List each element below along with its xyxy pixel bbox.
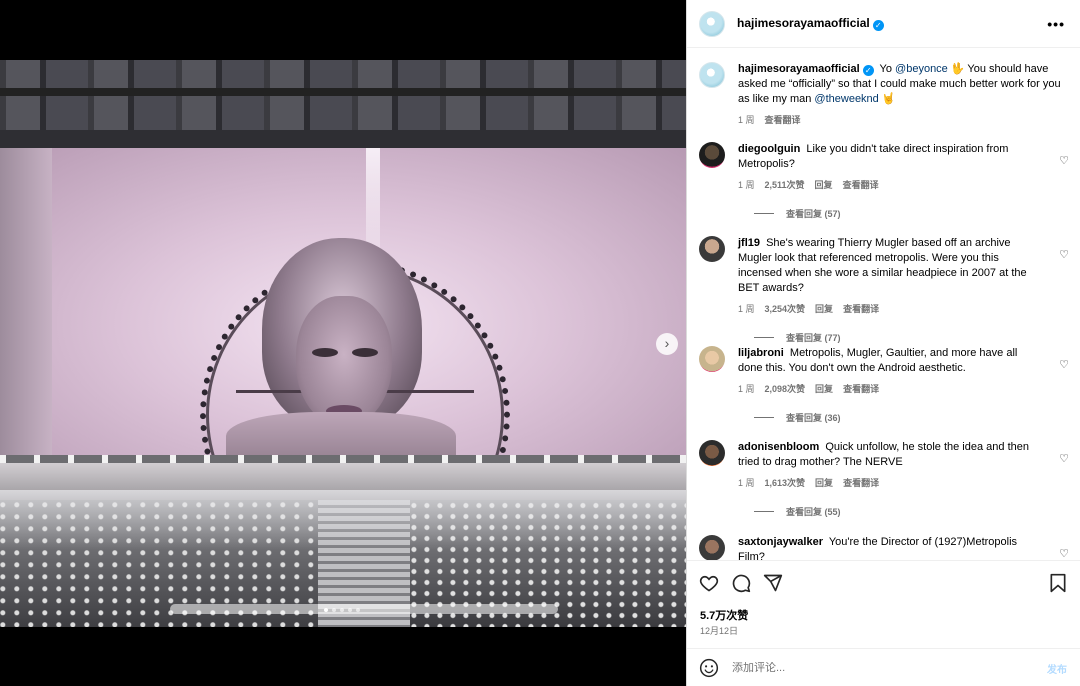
comment-text: She's wearing Thierry Mugler based off a… bbox=[738, 237, 1027, 294]
post-video[interactable] bbox=[0, 60, 686, 627]
caption-username[interactable]: hajimesorayamaofficial ✓ bbox=[738, 63, 874, 76]
emoji-icon[interactable] bbox=[699, 658, 719, 678]
comment-composer: 发布 bbox=[687, 648, 1080, 686]
timestamp: 1 周 bbox=[738, 384, 755, 394]
comment-item: liljabroni Metropolis, Mugler, Gaultier,… bbox=[699, 346, 1069, 424]
verified-badge-icon: ✓ bbox=[862, 65, 874, 76]
carousel-dots bbox=[324, 608, 360, 612]
view-replies-button[interactable]: 查看回复 (55) bbox=[754, 505, 1069, 518]
bookmark-icon[interactable] bbox=[1049, 573, 1067, 593]
carousel-dot bbox=[340, 608, 344, 612]
avatar[interactable] bbox=[699, 62, 725, 88]
reply-button[interactable]: 回复 bbox=[815, 476, 833, 489]
next-media-button[interactable]: › bbox=[656, 333, 678, 355]
chevron-right-icon: › bbox=[664, 335, 670, 351]
avatar[interactable] bbox=[699, 440, 725, 466]
carousel-dot bbox=[332, 608, 336, 612]
carousel-dot bbox=[356, 608, 360, 612]
share-icon[interactable] bbox=[763, 573, 783, 593]
avatar[interactable] bbox=[699, 236, 725, 262]
view-replies-button[interactable]: 查看回复 (57) bbox=[754, 207, 1069, 220]
timestamp: 1 周 bbox=[738, 478, 755, 488]
carousel-dot bbox=[348, 608, 352, 612]
see-translation-link[interactable]: 查看翻译 bbox=[765, 113, 801, 126]
like-count[interactable]: 1,613次赞 bbox=[765, 476, 806, 489]
view-replies-button[interactable]: 查看回复 (36) bbox=[754, 411, 1069, 424]
comment-username[interactable]: adonisenbloom bbox=[738, 441, 819, 453]
heart-icon[interactable]: ♡ bbox=[1059, 154, 1069, 167]
more-icon[interactable]: ••• bbox=[1047, 16, 1065, 32]
timestamp: 1 周 bbox=[738, 304, 755, 314]
comment-username[interactable]: saxtonjaywalker bbox=[738, 536, 823, 548]
see-translation-link[interactable]: 查看翻译 bbox=[843, 302, 879, 315]
mention-link[interactable]: @beyonce bbox=[895, 63, 948, 75]
comment-username[interactable]: jfl19 bbox=[738, 237, 760, 249]
comment-item: saxtonjaywalker You're the Director of (… bbox=[699, 535, 1069, 560]
timestamp: 1 周 bbox=[738, 115, 755, 125]
media-panel: › bbox=[0, 0, 686, 686]
heart-icon[interactable]: ♡ bbox=[1059, 248, 1069, 261]
see-translation-link[interactable]: 查看翻译 bbox=[843, 382, 879, 395]
like-count[interactable]: 2,511次赞 bbox=[765, 178, 805, 191]
reply-button[interactable]: 回复 bbox=[815, 382, 833, 395]
post-actions: 5.7万次赞 12月12日 bbox=[687, 560, 1080, 648]
video-progress-bar[interactable] bbox=[170, 604, 558, 614]
author-username[interactable]: hajimesorayamaofficial ✓ bbox=[737, 16, 884, 31]
heart-icon[interactable]: ♡ bbox=[1059, 358, 1069, 371]
timestamp: 1 周 bbox=[738, 180, 755, 190]
heart-icon[interactable]: ♡ bbox=[1059, 547, 1069, 560]
post-caption: hajimesorayamaofficial ✓ Yo @beyonce 🖖 Yo… bbox=[699, 62, 1069, 126]
reply-button[interactable]: 回复 bbox=[815, 178, 833, 191]
carousel-dot bbox=[324, 608, 328, 612]
avatar[interactable] bbox=[699, 346, 725, 372]
post-comment-button[interactable]: 发布 bbox=[1047, 661, 1067, 676]
heart-icon[interactable]: ♡ bbox=[1059, 452, 1069, 465]
view-replies-button[interactable]: 查看回复 (77) bbox=[754, 331, 1069, 344]
like-count[interactable]: 3,254次赞 bbox=[765, 302, 806, 315]
comment-icon[interactable] bbox=[731, 573, 751, 593]
post-date: 12月12日 bbox=[700, 626, 739, 636]
post-sidebar: hajimesorayamaofficial ✓ ••• hajimesoraya… bbox=[686, 0, 1080, 686]
comment-item: diegoolguin Like you didn't take direct … bbox=[699, 142, 1069, 220]
comment-username[interactable]: liljabroni bbox=[738, 347, 784, 359]
verified-badge-icon: ✓ bbox=[872, 20, 884, 31]
comment-item: adonisenbloom Quick unfollow, he stole t… bbox=[699, 440, 1069, 518]
comment-input[interactable] bbox=[732, 661, 1032, 674]
avatar[interactable] bbox=[699, 535, 725, 560]
post-header: hajimesorayamaofficial ✓ ••• bbox=[687, 0, 1080, 48]
comment-username[interactable]: diegoolguin bbox=[738, 143, 800, 155]
avatar[interactable] bbox=[699, 142, 725, 168]
heart-icon[interactable] bbox=[699, 573, 719, 593]
like-count[interactable]: 5.7万次赞 bbox=[700, 607, 748, 623]
like-count[interactable]: 2,098次赞 bbox=[765, 382, 806, 395]
see-translation-link[interactable]: 查看翻译 bbox=[843, 178, 879, 191]
comment-item: jfl19 She's wearing Thierry Mugler based… bbox=[699, 236, 1069, 344]
reply-button[interactable]: 回复 bbox=[815, 302, 833, 315]
comments-list[interactable]: hajimesorayamaofficial ✓ Yo @beyonce 🖖 Yo… bbox=[687, 48, 1080, 560]
avatar[interactable] bbox=[699, 10, 725, 37]
mention-link[interactable]: @theweeknd bbox=[814, 93, 878, 105]
see-translation-link[interactable]: 查看翻译 bbox=[843, 476, 879, 489]
